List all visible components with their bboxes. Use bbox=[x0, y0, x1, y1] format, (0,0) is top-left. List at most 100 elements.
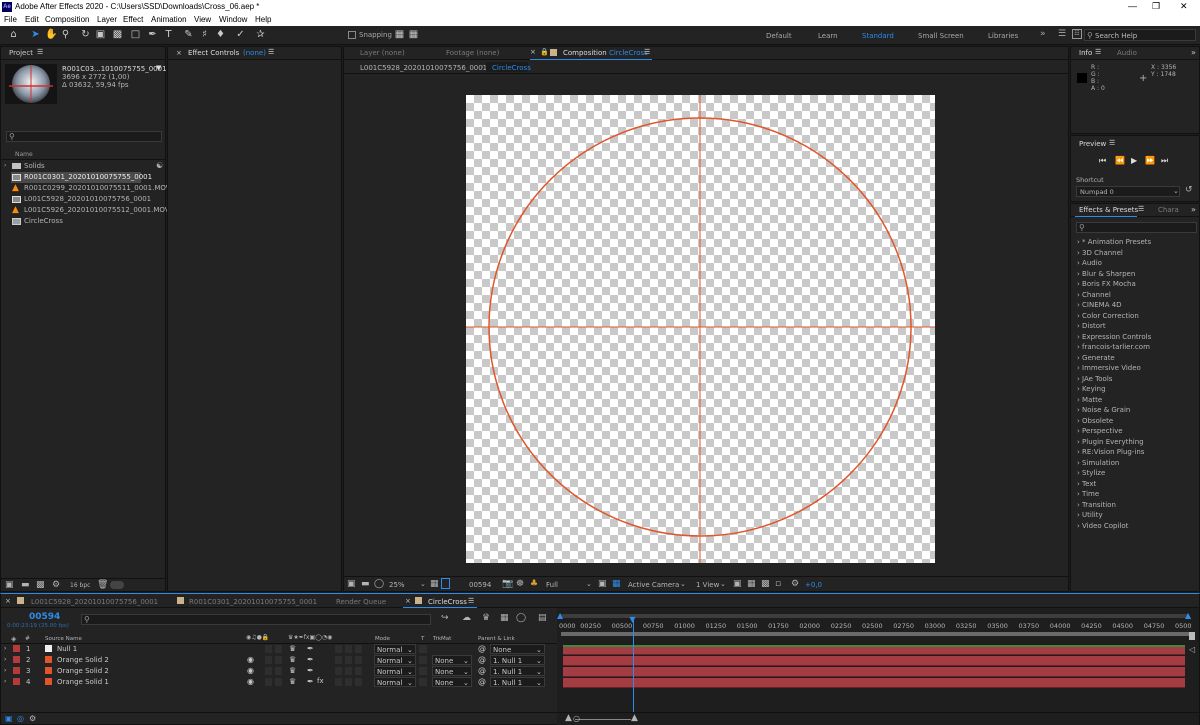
composition-canvas[interactable] bbox=[466, 95, 935, 563]
pan-behind-tool-icon[interactable]: ▩ bbox=[112, 29, 123, 41]
expand-arrow-icon[interactable]: › bbox=[1077, 511, 1080, 519]
effect-category[interactable]: › Video Copilot bbox=[1077, 522, 1128, 530]
tab-l001c5928[interactable]: L001C5928_20201010075756_0001 bbox=[31, 598, 158, 606]
exposure-reset-icon[interactable]: ⚙ bbox=[791, 579, 799, 589]
project-settings-icon[interactable]: ⚙ bbox=[52, 580, 60, 590]
tab-r001c0301[interactable]: R001C0301_20201010075755_0001 bbox=[189, 598, 317, 606]
menu-window[interactable]: Window bbox=[219, 15, 247, 24]
reset-icon[interactable]: ↺ bbox=[1185, 185, 1193, 195]
menu-edit[interactable]: Edit bbox=[25, 15, 39, 24]
layer-duration-bar[interactable] bbox=[563, 656, 1185, 666]
lock-switch[interactable] bbox=[275, 667, 282, 675]
expand-arrow-icon[interactable]: › bbox=[1077, 312, 1080, 320]
3d-layer-switch[interactable] bbox=[355, 678, 362, 686]
fx-switch-icon[interactable]: fx bbox=[317, 677, 324, 685]
layer-name[interactable]: Orange Solid 1 bbox=[57, 678, 109, 686]
blend-mode-dropdown[interactable]: Normal ⌄ bbox=[374, 666, 416, 676]
new-composition-icon[interactable]: ▩ bbox=[36, 580, 45, 590]
column-source-name[interactable]: Source Name bbox=[45, 636, 82, 642]
expand-arrow-icon[interactable]: › bbox=[1077, 469, 1080, 477]
parent-dropdown[interactable]: 1. Null 1 ⌄ bbox=[490, 677, 545, 687]
panel-menu-icon[interactable]: ☰ bbox=[1138, 205, 1144, 213]
draft-3d-icon[interactable]: ☁ bbox=[462, 613, 471, 623]
column-trkmat[interactable]: TrkMat bbox=[433, 636, 451, 642]
show-snapshot-icon[interactable]: ☸ bbox=[516, 579, 524, 589]
sync-settings-icon[interactable]: ☷ bbox=[1072, 29, 1082, 39]
tab-layer[interactable]: Layer (none) bbox=[360, 49, 405, 57]
preserve-transparency-checkbox[interactable] bbox=[419, 656, 427, 664]
3d-layer-switch[interactable] bbox=[355, 645, 362, 653]
solo-switch[interactable] bbox=[265, 667, 272, 675]
expand-arrow-icon[interactable]: › bbox=[1077, 291, 1080, 299]
expand-arrow-icon[interactable]: › bbox=[1077, 343, 1080, 351]
lock-switch[interactable] bbox=[275, 645, 282, 653]
timeline-current-time[interactable]: 00594 bbox=[29, 612, 60, 622]
effect-category[interactable]: › 3D Channel bbox=[1077, 249, 1123, 257]
menu-help[interactable]: Help bbox=[255, 15, 271, 24]
workspace-menu-icon[interactable]: ☰ bbox=[1058, 29, 1066, 39]
last-frame-icon[interactable]: ⏭ bbox=[1161, 156, 1168, 166]
motion-blur-icon[interactable]: ◯ bbox=[516, 613, 526, 623]
column-mode[interactable]: Mode bbox=[375, 636, 390, 642]
solo-switch[interactable] bbox=[265, 645, 272, 653]
pick-whip-icon[interactable]: @ bbox=[478, 666, 486, 675]
expand-arrow-icon[interactable]: › bbox=[1077, 490, 1080, 498]
motion-blur-switch[interactable] bbox=[335, 656, 342, 664]
layer-name[interactable]: Orange Solid 2 bbox=[57, 667, 109, 675]
home-icon[interactable]: ⌂ bbox=[8, 29, 19, 41]
eraser-tool-icon[interactable]: ♦ bbox=[215, 29, 226, 41]
view-layout-dropdown[interactable]: 1 View bbox=[696, 581, 719, 589]
layer-label-color[interactable] bbox=[13, 678, 20, 685]
tab-effects-presets[interactable]: Effects & Presets bbox=[1079, 206, 1138, 214]
region-of-interest-icon[interactable]: ▬ bbox=[361, 579, 370, 589]
pick-whip-icon[interactable]: @ bbox=[478, 677, 486, 686]
menu-effect[interactable]: Effect bbox=[123, 15, 143, 24]
exposure-value[interactable]: +0,0 bbox=[805, 581, 822, 589]
snap-target-icon[interactable]: ▦ bbox=[408, 29, 419, 41]
track-matte-dropdown[interactable]: None ⌄ bbox=[432, 677, 472, 687]
expand-arrow-icon[interactable]: › bbox=[1077, 364, 1080, 372]
work-area-end-handle[interactable]: ▲ bbox=[1185, 611, 1191, 620]
mask-visibility-icon[interactable]: ◯ bbox=[374, 579, 384, 589]
layer-duration-bar[interactable] bbox=[563, 678, 1185, 688]
lock-switch[interactable] bbox=[275, 678, 282, 686]
tab-effect-controls[interactable]: Effect Controls bbox=[188, 49, 239, 57]
expand-arrow-icon[interactable]: › bbox=[4, 656, 6, 663]
expand-arrow-icon[interactable]: › bbox=[1077, 417, 1080, 425]
fast-preview-icon[interactable]: ▣ bbox=[598, 579, 607, 589]
menu-view[interactable]: View bbox=[194, 15, 211, 24]
breadcrumb-current[interactable]: CircleCross bbox=[492, 64, 531, 72]
rectangle-tool-icon[interactable]: □ bbox=[130, 29, 141, 41]
3d-layer-switch[interactable] bbox=[355, 667, 362, 675]
panel-menu-icon[interactable]: ☰ bbox=[268, 48, 274, 56]
toggle-pixel-aspect-icon[interactable]: ▣ bbox=[733, 579, 742, 589]
brush-tool-icon[interactable]: ✎ bbox=[183, 29, 194, 41]
frame-blending-icon[interactable]: ▦ bbox=[500, 613, 509, 623]
selection-tool-icon[interactable]: ➤ bbox=[30, 29, 41, 41]
minimize-icon[interactable]: — bbox=[1128, 1, 1137, 11]
workspace-default[interactable]: Default bbox=[766, 32, 792, 40]
snapshot-icon[interactable]: 📷 bbox=[502, 579, 513, 589]
expand-arrow-icon[interactable]: › bbox=[1077, 259, 1080, 267]
panel-menu-icon[interactable]: ☰ bbox=[468, 597, 474, 605]
parent-dropdown[interactable]: None ⌄ bbox=[490, 644, 545, 654]
expand-arrow-icon[interactable]: › bbox=[1077, 238, 1080, 246]
effect-category[interactable]: › Audio bbox=[1077, 259, 1102, 267]
layer-duration-bar[interactable] bbox=[563, 667, 1185, 677]
effect-category[interactable]: › Text bbox=[1077, 480, 1096, 488]
previous-frame-icon[interactable]: ⏪ bbox=[1115, 156, 1125, 165]
pen-tool-icon[interactable]: ✒ bbox=[147, 29, 158, 41]
camera-tool-icon[interactable]: ▣ bbox=[95, 29, 106, 41]
workspace-standard[interactable]: Standard bbox=[862, 32, 894, 40]
effect-category[interactable]: › Boris FX Mocha bbox=[1077, 280, 1136, 288]
quality-switch-icon[interactable]: ✒ bbox=[307, 644, 314, 653]
adjustment-switch[interactable] bbox=[345, 656, 352, 664]
expand-arrow-icon[interactable]: › bbox=[1077, 301, 1080, 309]
menu-layer[interactable]: Layer bbox=[97, 15, 117, 24]
next-frame-icon[interactable]: ⏩ bbox=[1145, 156, 1155, 165]
snapping-checkbox[interactable] bbox=[348, 31, 356, 39]
layer-row[interactable]: › 1 Null 1 ♛ ✒ Normal ⌄ @ None ⌄ bbox=[1, 644, 557, 655]
keyframe-navigator-icon[interactable]: ◁ bbox=[1189, 645, 1195, 654]
layer-name[interactable]: Null 1 bbox=[57, 645, 77, 653]
lock-icon[interactable]: 🔒 bbox=[540, 48, 549, 56]
